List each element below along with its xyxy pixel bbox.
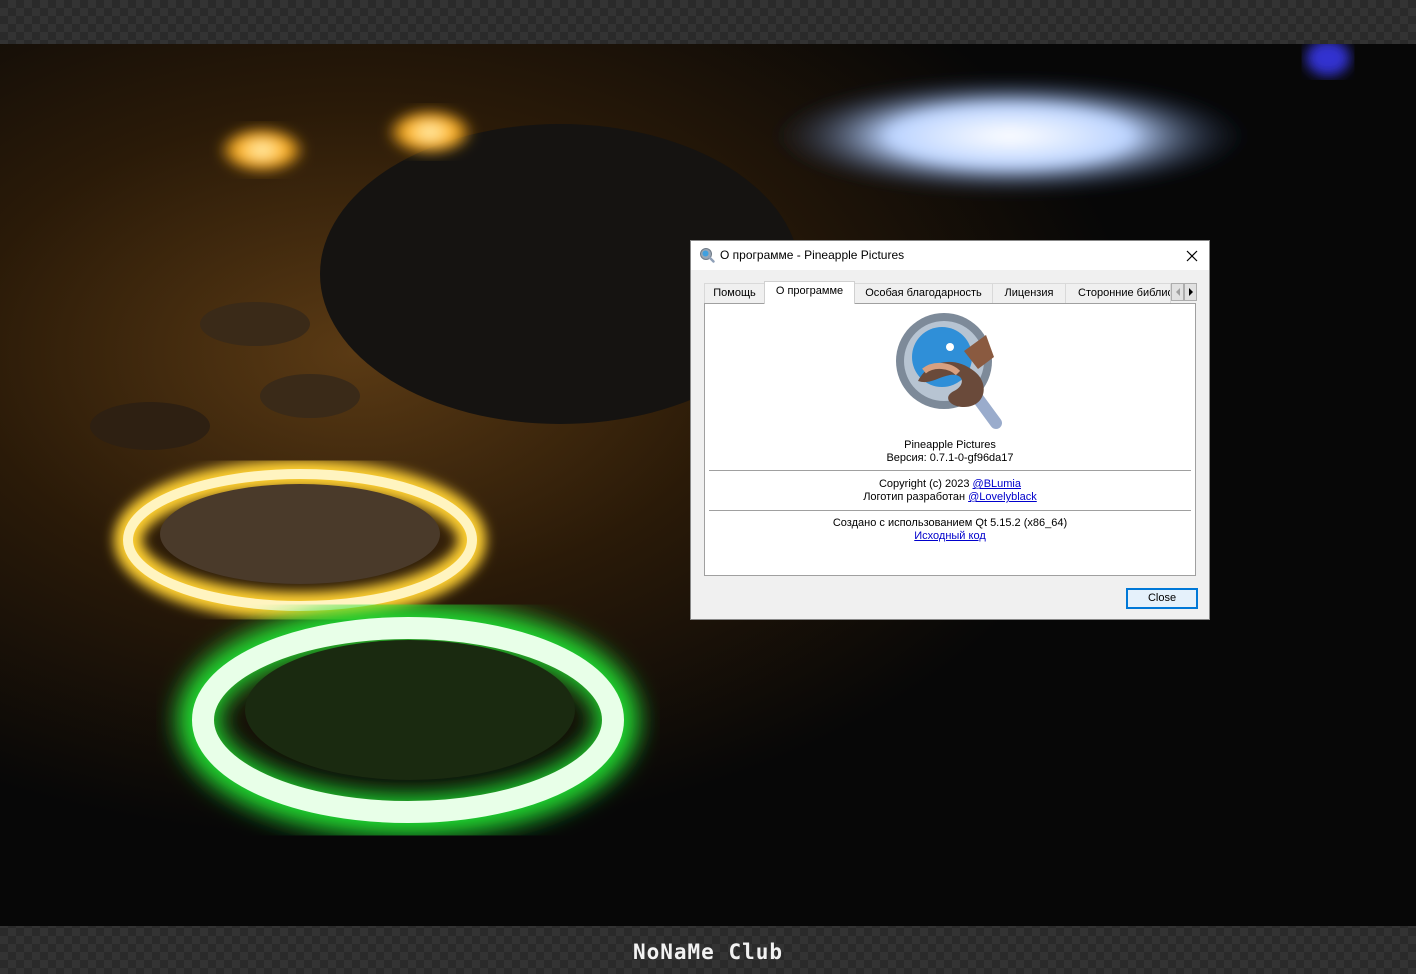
copyright-text: Copyright (c) 2023 — [878, 478, 973, 490]
version-text: Версия: 0.7.1-0-gf96da17 — [886, 452, 1014, 464]
built-with-text: Создано с использованием Qt 5.15.2 (x86_… — [832, 517, 1068, 529]
app-icon — [700, 248, 715, 263]
tab-scroll-left-button[interactable] — [1171, 283, 1184, 301]
close-window-button[interactable] — [1175, 241, 1209, 270]
tab-bar: Помощь О программе Особая благодарность … — [704, 281, 1197, 304]
app-name-text: Pineapple Pictures — [904, 439, 996, 451]
logo-credit-text: Логотип разработан — [863, 491, 969, 503]
pineapple-pictures-logo-icon — [896, 313, 1002, 429]
blumia-link[interactable]: @BLumia — [973, 478, 1021, 490]
watermark-text: NoNaMe Club — [632, 940, 784, 964]
tab-special-thanks[interactable]: Особая благодарность — [854, 283, 993, 303]
tab-about[interactable]: О программе — [764, 281, 855, 304]
source-code-link[interactable]: Исходный код — [914, 530, 986, 542]
separator — [709, 470, 1191, 471]
logo-credit-line: Логотип разработан @Lovelyblack — [705, 491, 1195, 504]
dialog-titlebar[interactable]: О программе - Pineapple Pictures — [691, 241, 1209, 270]
separator — [709, 510, 1191, 511]
arrow-right-icon — [1188, 288, 1193, 296]
close-icon — [1186, 250, 1198, 261]
arrow-left-icon — [1175, 288, 1180, 296]
copyright-line: Copyright (c) 2023 @BLumia — [705, 478, 1195, 491]
tab-license[interactable]: Лицензия — [992, 283, 1066, 303]
about-tab-panel: Pineapple Pictures Версия: 0.7.1-0-gf96d… — [704, 303, 1196, 576]
lovelyblack-link[interactable]: @Lovelyblack — [968, 491, 1037, 503]
close-button[interactable]: Close — [1126, 588, 1198, 609]
tab-scroll-right-button[interactable] — [1184, 283, 1197, 301]
about-dialog: О программе - Pineapple Pictures Помощь … — [690, 240, 1210, 620]
tab-help[interactable]: Помощь — [704, 283, 765, 303]
source-code-line: Исходный код — [705, 530, 1195, 543]
tab-third-party[interactable]: Сторонние библио — [1065, 283, 1171, 303]
dialog-title: О программе - Pineapple Pictures — [720, 248, 905, 262]
